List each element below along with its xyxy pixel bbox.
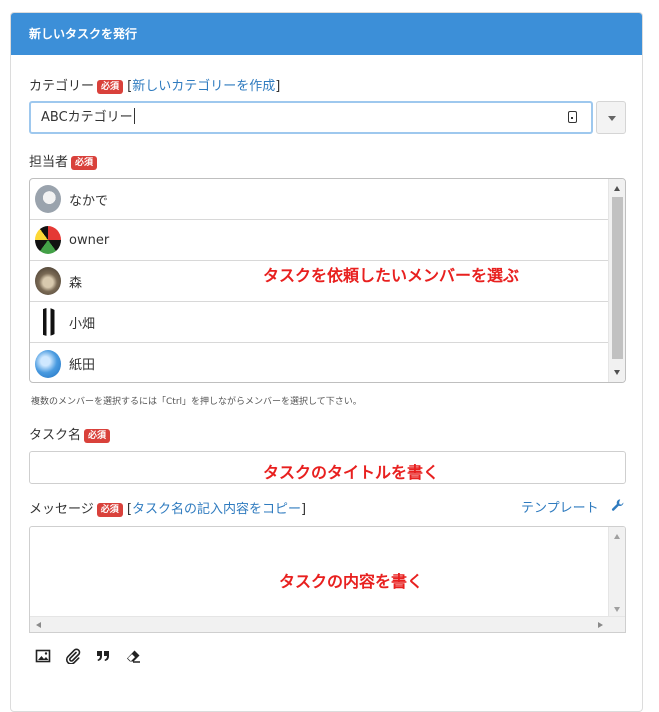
multi-select-hint: 複数のメンバーを選択するには「Ctrl」を押しながらメンバーを選択して下さい。 — [31, 397, 362, 407]
member-name: 森 — [69, 275, 83, 291]
required-badge: 必須 — [84, 429, 111, 443]
image-icon[interactable] — [35, 648, 51, 664]
chevron-down-icon — [608, 116, 616, 121]
bracket-close: ] — [301, 502, 307, 517]
message-label: メッセージ — [29, 502, 94, 517]
new-category-link[interactable]: 新しいカテゴリーを作成 — [132, 79, 275, 94]
message-label-row: メッセージ 必須 [タスク名の記入内容をコピー] — [29, 498, 306, 517]
task-name-annotation: タスクのタイトルを書く — [263, 463, 440, 482]
avatar — [35, 349, 61, 378]
avatar — [35, 267, 61, 295]
member-name: 紙田 — [69, 358, 96, 373]
required-badge: 必須 — [97, 80, 124, 94]
panel-title: 新しいタスクを発行 — [11, 13, 642, 55]
scroll-up-icon[interactable] — [614, 186, 620, 191]
member-name: なかで — [69, 193, 109, 209]
required-badge: 必須 — [71, 156, 98, 170]
required-badge: 必須 — [96, 503, 123, 517]
category-label-row: カテゴリー 必須 [新しいカテゴリーを作成] — [29, 75, 280, 94]
avatar — [35, 226, 61, 254]
scroll-down-icon[interactable] — [614, 607, 620, 612]
task-name-label: タスク名 — [29, 428, 82, 443]
assignee-label-row: 担当者 必須 — [29, 151, 98, 170]
avatar — [35, 185, 61, 213]
scroll-left-icon[interactable] — [36, 622, 41, 628]
eraser-icon[interactable] — [125, 648, 141, 664]
category-value: ABCカテゴリー — [41, 110, 133, 125]
task-name-label-row: タスク名 必須 — [29, 424, 111, 443]
scroll-thumb[interactable] — [612, 197, 623, 359]
member-item[interactable]: 紙田 — [30, 343, 608, 382]
bracket-close: ] — [275, 79, 281, 94]
member-item[interactable]: 小畑 — [30, 302, 608, 343]
scroll-down-icon[interactable] — [614, 370, 620, 375]
wrench-icon[interactable] — [611, 498, 625, 512]
member-item[interactable]: owner — [30, 220, 608, 261]
new-task-panel: 新しいタスクを発行 カテゴリー 必須 [新しいカテゴリーを作成] ABCカテゴリー… — [10, 12, 643, 712]
scroll-up-icon[interactable] — [614, 534, 620, 539]
message-vertical-scrollbar[interactable] — [608, 527, 625, 619]
category-input[interactable]: ABCカテゴリー — [29, 101, 593, 134]
text-caret — [133, 108, 135, 124]
paperclip-icon[interactable] — [65, 648, 81, 664]
member-list-scrollbar[interactable] — [608, 179, 625, 382]
member-name: owner — [69, 232, 110, 248]
scroll-right-icon[interactable] — [598, 622, 603, 628]
assignee-label: 担当者 — [29, 155, 69, 170]
member-item[interactable]: なかで — [30, 179, 608, 220]
quote-icon[interactable] — [95, 648, 111, 664]
copy-task-name-link[interactable]: タスク名の記入内容をコピー — [132, 502, 301, 517]
member-name: 小畑 — [69, 316, 96, 332]
message-annotation: タスクの内容を書く — [279, 572, 424, 591]
member-annotation: タスクを依頼したいメンバーを選ぶ — [263, 266, 520, 285]
contact-card-icon[interactable] — [568, 111, 577, 123]
category-label: カテゴリー — [29, 79, 95, 94]
avatar — [35, 308, 61, 336]
category-dropdown-button[interactable] — [596, 101, 626, 134]
template-link[interactable]: テンプレート — [521, 497, 599, 516]
message-horizontal-scrollbar[interactable] — [30, 616, 625, 632]
